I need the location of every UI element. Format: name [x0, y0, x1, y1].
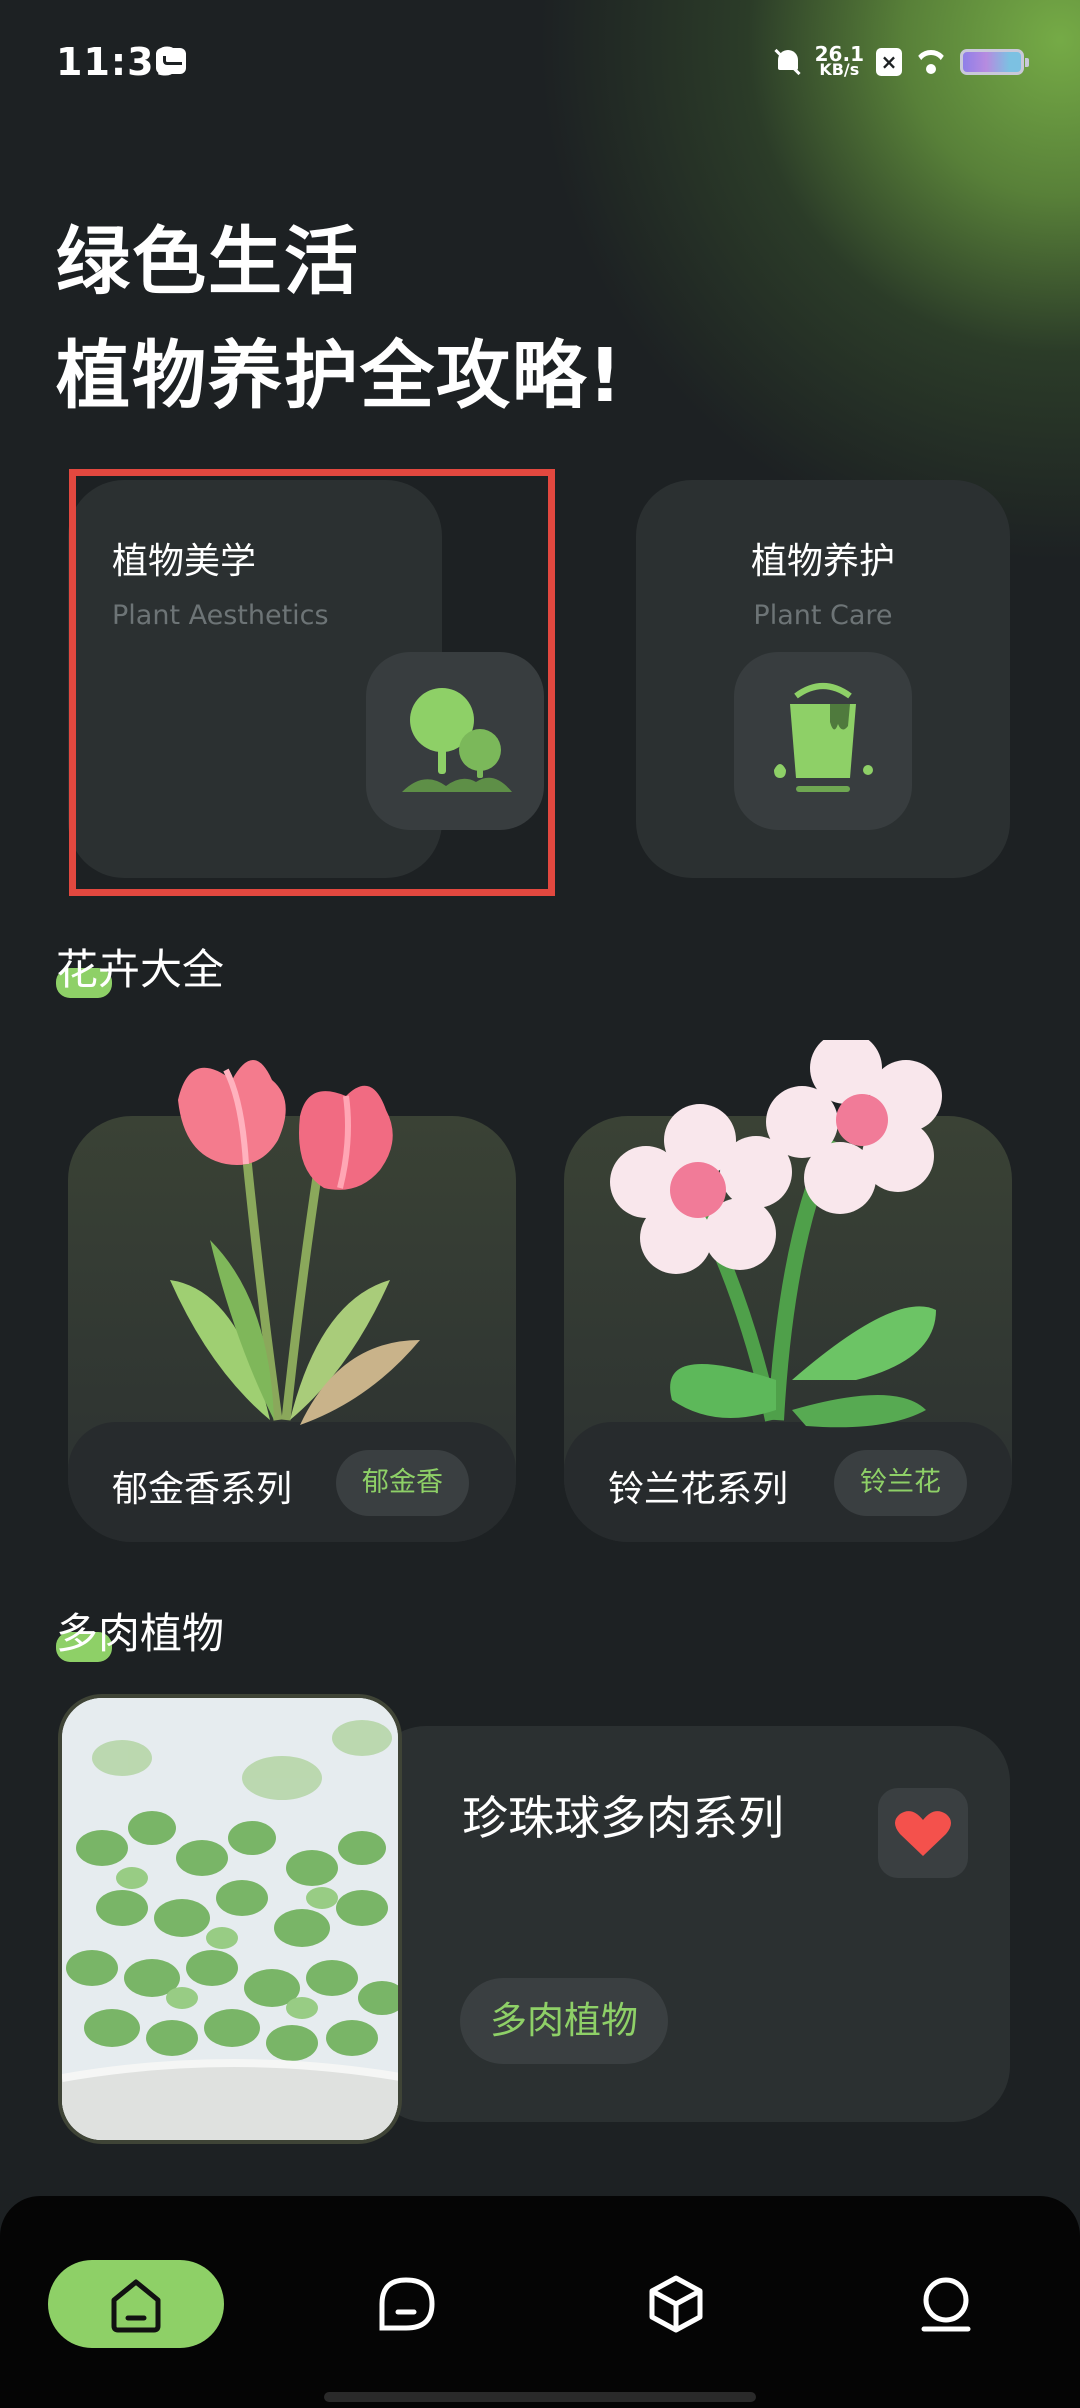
status-icons: 26.1 KB/s × — [773, 40, 1029, 84]
user-icon — [921, 2277, 971, 2332]
gesture-bar — [324, 2392, 756, 2402]
nav-discover[interactable] — [616, 2260, 736, 2348]
wifi-icon — [914, 48, 948, 76]
hero-title: 绿色生活 植物养护全攻略! — [56, 205, 624, 433]
category-card-care[interactable]: 植物养护 Plant Care — [636, 480, 1010, 878]
flower-tag[interactable]: 郁金香 — [336, 1450, 469, 1516]
category-title: 植物养护 — [750, 541, 895, 582]
flower-tag[interactable]: 铃兰花 — [834, 1450, 967, 1516]
message-notification-icon — [156, 48, 186, 74]
succulent-card-title: 珍珠球多肉系列 — [462, 1791, 784, 1845]
section-title-succulents: 多肉植物 — [56, 1609, 225, 1658]
flower-illustration — [610, 1040, 942, 1428]
tulip-illustration — [170, 1060, 420, 1425]
battery-icon — [960, 49, 1029, 75]
cube-icon — [649, 2275, 703, 2333]
section-title-flowers: 花卉大全 — [56, 945, 225, 994]
selection-highlight — [69, 469, 555, 896]
heart-icon — [895, 1811, 951, 1856]
succulent-tag[interactable]: 多肉植物 — [460, 1978, 668, 2064]
bottom-navigation — [0, 2196, 1080, 2408]
nav-home[interactable] — [48, 2260, 224, 2348]
succulent-image — [62, 1698, 398, 2140]
nav-profile[interactable] — [886, 2260, 1006, 2348]
flower-name: 铃兰花系列 — [608, 1469, 789, 1510]
hero-title-line1: 绿色生活 — [56, 219, 360, 305]
network-speed-unit: KB/s — [819, 60, 860, 79]
home-icon — [111, 2279, 161, 2333]
x-notification-icon: × — [876, 48, 902, 76]
succulent-photo — [58, 1694, 402, 2144]
nav-chat[interactable] — [346, 2260, 466, 2348]
flower-name: 郁金香系列 — [112, 1469, 293, 1510]
network-speed: 26.1 KB/s — [815, 44, 864, 79]
category-subtitle: Plant Care — [753, 600, 893, 631]
category-icon-tile — [734, 652, 912, 830]
chat-icon — [379, 2277, 435, 2331]
hero-title-line2: 植物养护全攻略! — [56, 333, 624, 419]
bell-muted-icon — [773, 47, 803, 77]
paint-bucket-icon — [774, 683, 873, 792]
status-bar: 11:39 26.1 KB/s × — [0, 0, 1080, 120]
favorite-button[interactable] — [878, 1788, 968, 1878]
